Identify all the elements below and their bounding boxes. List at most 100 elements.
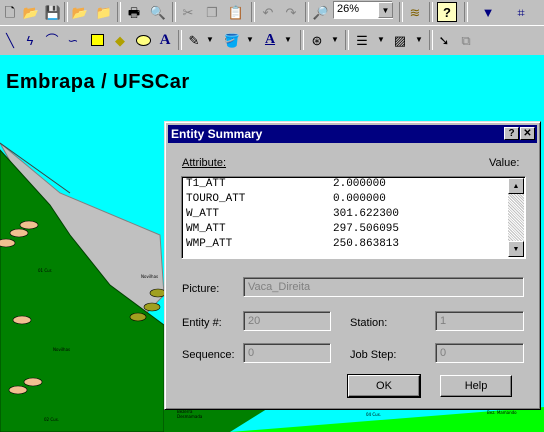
zoom-value: 26%: [337, 3, 360, 15]
toolbar-separator: [429, 2, 433, 22]
chevron-down-icon[interactable]: ▼: [409, 30, 429, 50]
copy-icon[interactable]: ❐: [202, 2, 222, 22]
scroll-up-icon[interactable]: ▲: [508, 178, 524, 194]
model-title: Embrapa / UFSCar: [6, 71, 190, 93]
cow: [19, 220, 39, 230]
rectangle-icon[interactable]: [87, 30, 107, 50]
toolbar-separator: [117, 2, 121, 22]
close-icon[interactable]: ✕: [520, 127, 535, 140]
arrowhead-icon[interactable]: ➘: [434, 30, 454, 50]
cow: [9, 228, 29, 238]
toolbar-separator: [464, 2, 468, 22]
toolbar-separator: [345, 30, 349, 50]
area-label: Bez. Mamando: [487, 410, 517, 415]
cow: [129, 312, 147, 322]
chevron-down-icon[interactable]: ▼: [325, 30, 345, 50]
snap-icon[interactable]: ⌗: [511, 2, 531, 22]
entity-label: Entity #:: [182, 317, 222, 329]
scroll-down-icon[interactable]: ▼: [508, 241, 524, 257]
vertical-scrollbar[interactable]: ▲ ▼: [508, 178, 524, 257]
undo-icon[interactable]: ↶: [258, 2, 278, 22]
entity-field[interactable]: 20: [243, 311, 331, 331]
toolbar-separator: [399, 2, 403, 22]
polyline-icon[interactable]: ϟ: [20, 30, 40, 50]
toolbar-separator: [300, 30, 304, 50]
hatch-icon[interactable]: ▨: [390, 30, 410, 50]
save-icon[interactable]: 💾: [43, 2, 63, 22]
picture-field[interactable]: Vaca_Direita: [243, 277, 524, 297]
toolbar-separator: [305, 2, 309, 22]
arc-icon[interactable]: ⌒: [42, 30, 62, 50]
attribute-name: T1_ATT: [186, 178, 226, 190]
area-label: Novilhas: [141, 274, 159, 279]
help-button[interactable]: Help: [440, 375, 512, 397]
print-icon[interactable]: 🖶: [124, 2, 144, 22]
chevron-down-icon[interactable]: ▼: [200, 30, 220, 50]
open-model-icon[interactable]: 📂: [70, 2, 90, 22]
attribute-value: 301.622300: [333, 208, 400, 220]
ok-button[interactable]: OK: [347, 374, 421, 398]
cow: [0, 238, 16, 248]
attribute-value: 2.000000: [333, 178, 386, 190]
text-icon[interactable]: A: [155, 30, 175, 50]
grid-snap-icon[interactable]: ⧉: [456, 30, 476, 50]
list-item[interactable]: TOURO_ATT 0.000000: [186, 193, 506, 208]
station-field[interactable]: 1: [435, 311, 524, 331]
help-icon[interactable]: ?: [437, 2, 457, 22]
dialog-titlebar[interactable]: Entity Summary ? ✕: [168, 125, 537, 143]
attribute-name: WMP_ATT: [186, 238, 233, 250]
cut-icon[interactable]: ✂: [178, 2, 198, 22]
new-file-icon[interactable]: 🗋: [0, 2, 20, 22]
line-width-icon[interactable]: ☰: [352, 30, 372, 50]
open-folder-icon[interactable]: 📂: [21, 2, 41, 22]
line-icon[interactable]: ╲: [0, 30, 20, 50]
cow: [143, 302, 161, 312]
save-model-icon[interactable]: 📁: [94, 2, 114, 22]
drawing-toolbar: ╲ ϟ ⌒ ∽ ◆ A ✎ ▼ 🪣 ▼ A ▼ ⊛ ▼ ☰ ▼ ▨ ▼ ➘ ⧉: [0, 25, 544, 55]
area-label: 04 Cus.: [366, 412, 382, 417]
attribute-label-text: Attribute:: [182, 157, 227, 169]
paste-icon[interactable]: 📋: [226, 2, 246, 22]
fill-pattern-icon[interactable]: ⊛: [307, 30, 327, 50]
value-label: Value:: [489, 157, 520, 169]
cow: [12, 315, 32, 325]
text-color-icon[interactable]: A: [260, 30, 280, 50]
cow: [23, 377, 43, 387]
bezier-icon[interactable]: ∽: [63, 30, 83, 50]
attribute-listbox[interactable]: T1_ATT 2.000000 TOURO_ATT 0.000000 W_ATT…: [181, 176, 526, 259]
toolbar-separator: [172, 2, 176, 22]
list-item[interactable]: WMP_ATT 250.863813: [186, 238, 506, 253]
jobstep-field[interactable]: 0: [435, 343, 524, 363]
list-item[interactable]: WM_ATT 297.506095: [186, 223, 506, 238]
scroll-track[interactable]: [508, 194, 524, 241]
attribute-value: 297.506095: [333, 223, 400, 235]
context-help-button[interactable]: ?: [504, 127, 519, 140]
standard-toolbar: 🗋 📂 💾 📂 📁 🖶 🔍 ✂ ❐ 📋 ↶ ↷ 🔎 26% ▼ ≋ ? ▼ ⌗: [0, 0, 544, 24]
attribute-name: WM_ATT: [186, 223, 226, 235]
toolbar-separator: [429, 30, 433, 50]
layers-icon[interactable]: ≋: [405, 2, 425, 22]
print-preview-icon[interactable]: 🔍: [148, 2, 168, 22]
zoom-icon[interactable]: 🔎: [311, 2, 331, 22]
attribute-value: 0.000000: [333, 193, 386, 205]
cow: [8, 385, 28, 395]
chevron-down-icon[interactable]: ▼: [378, 2, 393, 18]
redo-icon[interactable]: ↷: [281, 2, 301, 22]
polygon-icon[interactable]: ◆: [110, 30, 130, 50]
area-label: Novilhas: [53, 347, 71, 352]
list-item[interactable]: W_ATT 301.622300: [186, 208, 506, 223]
chevron-down-icon[interactable]: ▼: [278, 30, 298, 50]
sequence-field[interactable]: 0: [243, 343, 331, 363]
chevron-down-icon[interactable]: ▼: [371, 30, 391, 50]
attribute-name: W_ATT: [186, 208, 220, 220]
ellipse-icon[interactable]: [133, 30, 153, 50]
pointer-icon[interactable]: ▼: [478, 2, 498, 22]
toolbar-separator: [251, 2, 255, 22]
toolbar-separator: [178, 30, 182, 50]
sequence-label: Sequence:: [182, 349, 235, 361]
list-item[interactable]: T1_ATT 2.000000: [186, 178, 506, 193]
fill-color-icon[interactable]: 🪣: [222, 30, 242, 50]
chevron-down-icon[interactable]: ▼: [240, 30, 260, 50]
area-label: 01 Cur.: [38, 268, 53, 273]
dialog-title: Entity Summary: [171, 127, 263, 141]
